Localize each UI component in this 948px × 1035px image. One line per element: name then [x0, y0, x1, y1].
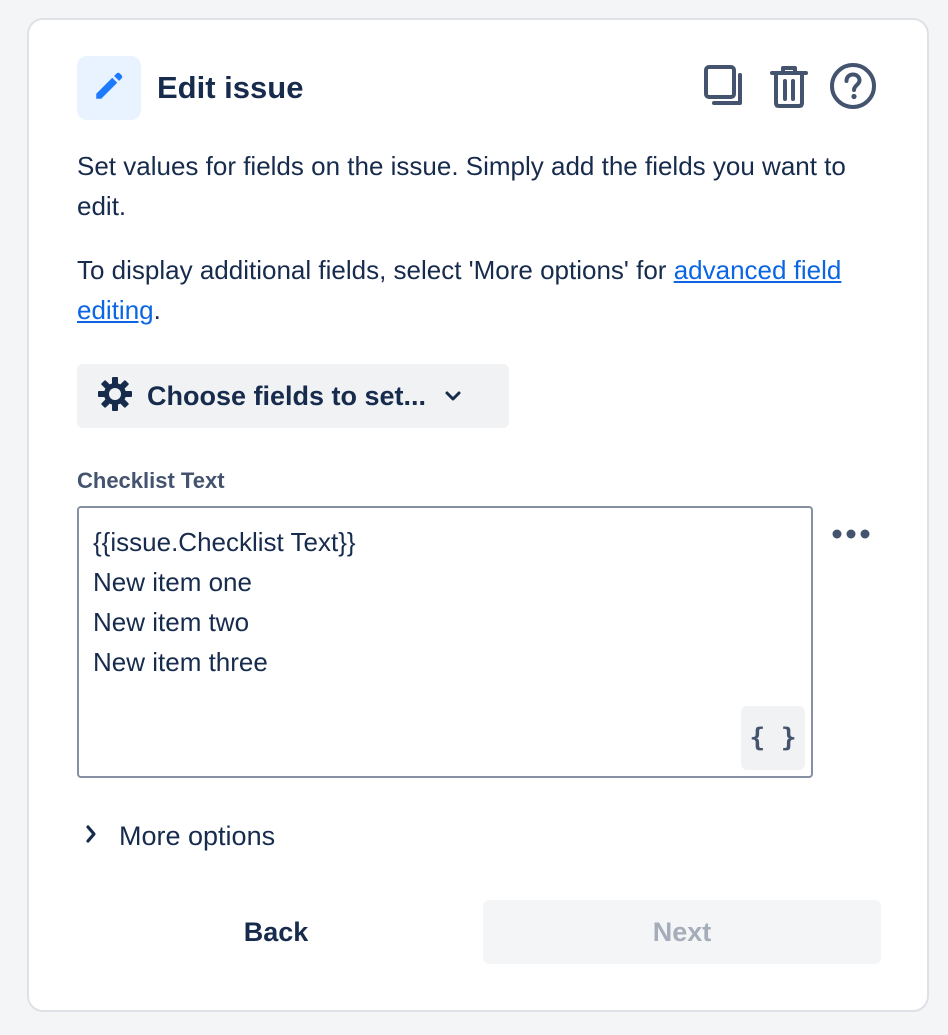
chevron-down-icon — [444, 390, 462, 402]
textarea-line: {{issue.Checklist Text}} — [93, 527, 356, 557]
note-prefix: To display additional fields, select 'Mo… — [77, 255, 674, 285]
pencil-icon — [92, 69, 126, 108]
back-button[interactable]: Back — [77, 900, 475, 964]
more-options-label: More options — [119, 821, 276, 851]
duplicate-button[interactable] — [701, 64, 749, 112]
trash-icon — [768, 63, 810, 114]
card-header: Edit issue — [77, 56, 877, 120]
choose-fields-button[interactable]: Choose fields to set... — [77, 364, 509, 428]
gear-icon — [97, 376, 133, 417]
more-horizontal-icon — [831, 527, 871, 545]
page-title: Edit issue — [157, 70, 304, 105]
description-text: Set values for fields on the issue. Simp… — [77, 151, 846, 221]
braces-icon: { } — [749, 723, 797, 753]
checklist-text-label: Checklist Text — [77, 468, 225, 493]
help-icon — [829, 62, 877, 115]
note-suffix: . — [153, 295, 161, 325]
duplicate-icon — [702, 63, 748, 114]
next-button[interactable]: Next — [483, 900, 881, 964]
field-more-button[interactable] — [827, 520, 875, 552]
choose-fields-label: Choose fields to set... — [147, 380, 427, 411]
more-options-toggle[interactable]: More options — [77, 820, 275, 853]
checklist-text-input[interactable]: {{issue.Checklist Text}} New item one Ne… — [77, 506, 813, 778]
textarea-line: New item two — [93, 607, 250, 637]
textarea-line: New item three — [93, 647, 268, 677]
edit-issue-card: Edit issue Set values for fields on the … — [27, 18, 929, 1012]
advanced-editing-note: To display additional fields, select 'Mo… — [77, 250, 877, 330]
edit-issue-badge — [77, 56, 141, 120]
textarea-line: New item one — [93, 567, 252, 597]
chevron-right-icon — [77, 820, 105, 853]
help-button[interactable] — [829, 62, 877, 115]
delete-button[interactable] — [765, 64, 813, 112]
smart-value-button[interactable]: { } — [741, 706, 805, 770]
header-actions — [701, 62, 877, 115]
